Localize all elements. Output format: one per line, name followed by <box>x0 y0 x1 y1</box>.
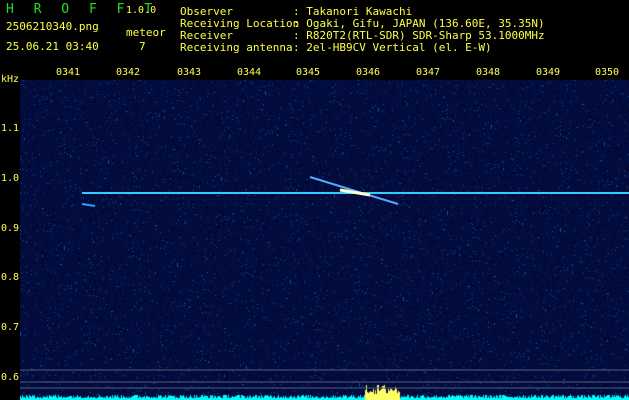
y-axis-unit: kHz <box>1 74 20 85</box>
info-antenna-value: : 2el-HB9CV Vertical (el. E-W) <box>293 41 492 54</box>
y-tick: 1.0 <box>1 173 20 184</box>
x-tick: 0341 <box>55 67 81 78</box>
meteor-streak <box>81 203 96 207</box>
x-tick: 0344 <box>236 67 262 78</box>
y-tick: 0.6 <box>1 372 20 383</box>
y-tick: 0.8 <box>1 272 20 283</box>
x-tick: 0346 <box>355 67 381 78</box>
header-panel: H R O F F T 1.0.0 2506210340.png meteor … <box>0 0 629 66</box>
y-tick: 1.1 <box>1 123 20 134</box>
x-tick: 0348 <box>475 67 501 78</box>
x-tick: 0345 <box>295 67 321 78</box>
meteor-count: 7 <box>139 40 146 53</box>
waterfall-display <box>20 80 629 400</box>
y-tick: 0.9 <box>1 223 20 234</box>
x-tick: 0342 <box>115 67 141 78</box>
x-tick: 0349 <box>535 67 561 78</box>
x-tick: 0347 <box>415 67 441 78</box>
meteor-label: meteor <box>126 26 166 39</box>
info-antenna-label: Receiving antenna <box>180 41 293 54</box>
datetime: 25.06.21 03:40 <box>6 40 99 53</box>
meteor-streak <box>309 176 399 205</box>
y-tick: 0.7 <box>1 322 20 333</box>
x-tick: 0343 <box>176 67 202 78</box>
app-version: 1.0.0 <box>126 5 157 16</box>
filename: 2506210340.png <box>6 20 99 33</box>
signal-overlay <box>20 176 629 389</box>
x-tick: 0350 <box>594 67 620 78</box>
spectrogram-area: kHz 0341 0342 0343 0344 0345 0346 0347 0… <box>0 66 629 400</box>
